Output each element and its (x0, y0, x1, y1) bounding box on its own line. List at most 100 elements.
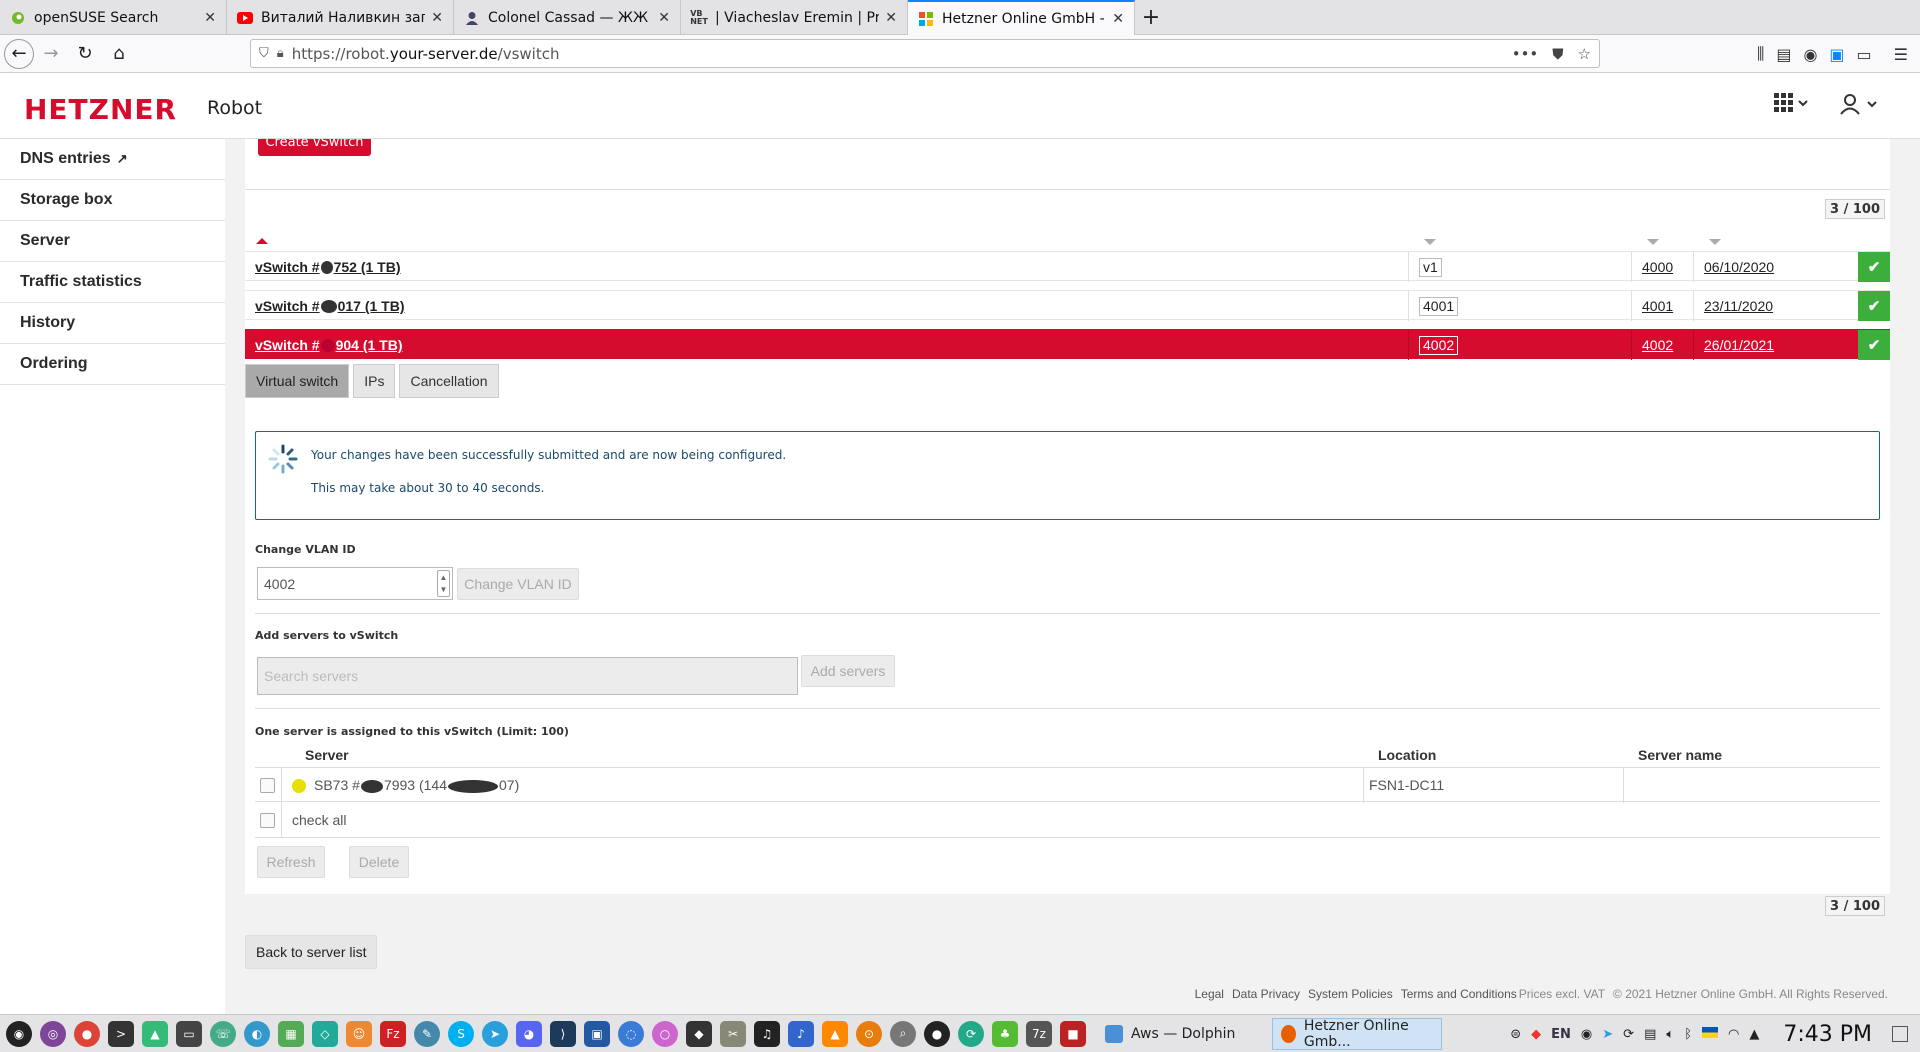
footer-link-privacy[interactable]: Data Privacy (1232, 987, 1300, 1001)
filezilla-icon[interactable]: Fz (380, 1020, 406, 1047)
vm-icon[interactable]: ▣ (584, 1020, 610, 1047)
hetzner-logo[interactable]: HETZNER (24, 93, 177, 126)
eye-icon[interactable]: ◉ (1581, 1027, 1592, 1042)
monitor-icon[interactable]: ▦ (278, 1020, 304, 1047)
table-row[interactable]: SB73 #7993 (144 07) FSN1-DC11 (255, 767, 1880, 803)
apps-grid-icon[interactable] (1774, 93, 1810, 121)
obs-icon[interactable]: ● (924, 1020, 950, 1047)
sort-asc-icon[interactable] (256, 238, 268, 244)
vswitch-row-selected[interactable]: vSwitch #904 (1 TB) 4002 4002 26/01/2021… (245, 329, 1890, 360)
clipboard-icon[interactable]: ▤ (1644, 1027, 1656, 1042)
close-icon[interactable]: ✕ (431, 10, 443, 26)
tab-cancellation[interactable]: Cancellation (399, 364, 499, 398)
chat-icon[interactable]: ◌ (618, 1020, 644, 1047)
new-tab-button[interactable]: + (1135, 0, 1167, 35)
package-icon[interactable]: ■ (1060, 1020, 1086, 1047)
telegram-tray-icon[interactable]: ➤ (1602, 1027, 1613, 1042)
tool-icon[interactable]: ✎ (414, 1020, 440, 1047)
footer-link-legal[interactable]: Legal (1195, 987, 1224, 1001)
forward-arrow-icon[interactable]: → (34, 37, 68, 71)
row-checkbox[interactable] (260, 778, 275, 793)
ring-icon[interactable]: ○ (652, 1020, 678, 1047)
folder-icon[interactable]: ▭ (1857, 45, 1872, 64)
refresh-button[interactable]: Refresh (257, 846, 325, 878)
show-desktop-icon[interactable] (1892, 1026, 1908, 1042)
sidebar-icon[interactable]: ▤ (1776, 45, 1791, 64)
back-arrow-icon[interactable]: ← (4, 38, 34, 69)
home-icon[interactable]: ⌂ (102, 37, 136, 71)
close-icon[interactable]: ✕ (885, 10, 897, 26)
browser-tab-youtube[interactable]: Виталий Наливкин запро ✕ (227, 0, 454, 35)
pocket-icon[interactable]: ⛊ (1552, 45, 1563, 63)
browser-icon[interactable]: ◐ (244, 1020, 270, 1047)
sidebar-item-traffic[interactable]: Traffic statistics (0, 262, 225, 303)
delete-button[interactable]: Delete (349, 846, 409, 878)
audio-icon[interactable]: ♫ (754, 1020, 780, 1047)
sort-desc-icon[interactable] (1424, 239, 1436, 245)
check-all-checkbox[interactable] (260, 813, 275, 828)
browser-tab-eremin[interactable]: VB NET | Viacheslav Eremin | Prof ✕ (681, 0, 908, 35)
vswitch-row[interactable]: vSwitch #017 (1 TB) 4001 4001 23/11/2020… (245, 290, 1890, 321)
close-icon[interactable]: ✕ (204, 10, 216, 26)
vscode-icon[interactable]: ⟩ (550, 1020, 576, 1047)
footer-link-policies[interactable]: System Policies (1308, 987, 1393, 1001)
keyboard-layout[interactable]: EN (1551, 1027, 1571, 1042)
sort-desc-icon[interactable] (1709, 239, 1721, 245)
vlan-id-stepper[interactable]: 4002 ▲ ▼ (257, 567, 453, 600)
search-tool-icon[interactable]: ⌕ (890, 1020, 916, 1047)
headphones-icon[interactable]: ♪ (788, 1020, 814, 1047)
browser-tab-hetzner[interactable]: Hetzner Online GmbH - Ro ✕ (908, 0, 1135, 35)
skype-icon[interactable]: S (448, 1020, 474, 1047)
image-viewer-icon[interactable]: ▲ (142, 1020, 168, 1047)
sidebar-item-server[interactable]: Server (0, 221, 225, 262)
screen-icon[interactable]: ▭ (176, 1020, 202, 1047)
url-bar[interactable]: ⛉ 🔒︎ https://robot.your-server.de/vswitc… (250, 39, 1600, 68)
menu-icon[interactable]: ☰ (1894, 45, 1908, 64)
sidebar-item-history[interactable]: History (0, 303, 225, 344)
vswitch-row[interactable]: vSwitch #752 (1 TB) v1 4000 06/10/2020 ✔ (245, 251, 1890, 282)
browser-tab-cassad[interactable]: Colonel Cassad — ЖЖ ✕ (454, 0, 681, 35)
sync-icon[interactable]: ⟳ (958, 1020, 984, 1047)
search-servers-input[interactable]: Search servers (257, 657, 798, 695)
tor-icon[interactable]: ◎ (40, 1020, 66, 1047)
refresh-tray-icon[interactable]: ⟳ (1623, 1027, 1634, 1042)
wifi-icon[interactable]: ◠ (1728, 1027, 1739, 1042)
telegram-icon[interactable]: ➤ (482, 1020, 508, 1047)
tab-virtual-switch[interactable]: Virtual switch (245, 364, 350, 398)
chevron-up-icon[interactable]: ▲ (1749, 1027, 1759, 1042)
add-servers-button[interactable]: Add servers (801, 655, 895, 687)
check-all-row[interactable]: check all (255, 803, 1880, 838)
change-vlan-button[interactable]: Change VLAN ID (457, 568, 579, 600)
browser-tab-opensuse[interactable]: openSUSE Search ✕ (0, 0, 227, 35)
tab-ips[interactable]: IPs (353, 364, 396, 398)
footer-link-terms[interactable]: Terms and Conditions (1401, 987, 1517, 1001)
account-icon[interactable]: ◉ (1803, 45, 1817, 64)
bookmark-star-icon[interactable]: ☆ (1578, 45, 1591, 63)
flag-icon[interactable] (1702, 1026, 1718, 1042)
blender-icon[interactable]: ⊙ (856, 1020, 882, 1047)
bluetooth-icon[interactable]: ᛒ (1684, 1027, 1692, 1042)
create-vswitch-button[interactable]: Create vSwitch (258, 139, 371, 156)
volume-icon[interactable]: 🔈︎ (1666, 1027, 1674, 1042)
stepper-arrows-icon[interactable]: ▲ ▼ (437, 570, 450, 597)
inkscape-icon[interactable]: ◆ (686, 1020, 712, 1047)
task-dolphin[interactable]: Aws — Dolphin (1096, 1018, 1266, 1050)
close-icon[interactable]: ✕ (658, 10, 670, 26)
archive-icon[interactable]: 7z (1026, 1020, 1052, 1047)
library-icon[interactable]: ⫼ (1757, 44, 1764, 64)
leaf-icon[interactable]: ♣ (992, 1020, 1018, 1047)
vlc-icon[interactable]: ▲ (822, 1020, 848, 1047)
terminal-icon[interactable]: > (108, 1020, 134, 1047)
viber-icon[interactable]: ☏ (210, 1020, 236, 1047)
sort-desc-icon[interactable] (1647, 239, 1659, 245)
chrome-icon[interactable]: ● (74, 1020, 100, 1047)
more-icon[interactable]: ••• (1512, 45, 1539, 63)
save-icon[interactable]: ▣ (1829, 45, 1844, 64)
discord-icon[interactable]: ◕ (516, 1020, 542, 1047)
game-icon[interactable]: ☺ (346, 1020, 372, 1047)
network-icon[interactable]: ◇ (312, 1020, 338, 1047)
sidebar-item-ordering[interactable]: Ordering (0, 344, 225, 385)
reload-icon[interactable]: ↻ (68, 37, 102, 71)
close-icon[interactable]: ✕ (1112, 11, 1124, 27)
task-firefox[interactable]: Hetzner Online Gmb... (1272, 1017, 1442, 1050)
